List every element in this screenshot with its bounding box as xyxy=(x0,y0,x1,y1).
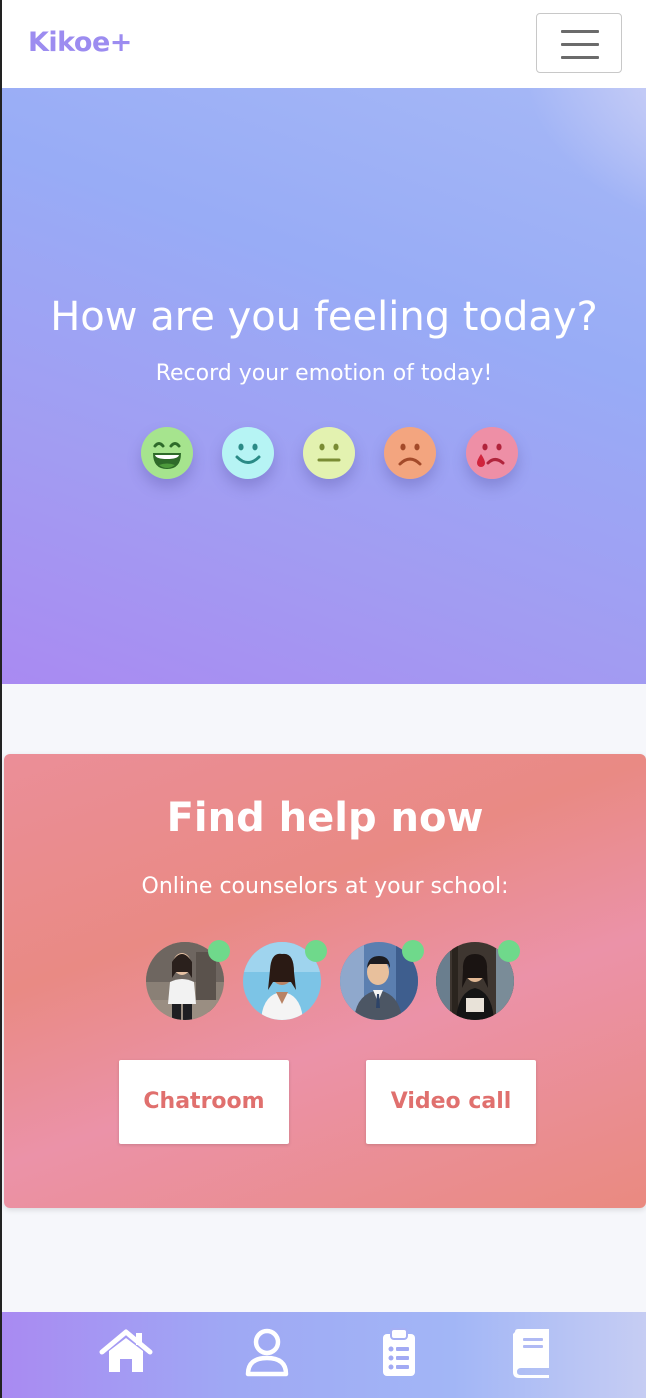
counselor-avatar[interactable] xyxy=(340,940,424,1020)
counselor-avatar[interactable] xyxy=(436,940,520,1020)
brand-logo[interactable]: Kikoe+ xyxy=(28,26,132,60)
book-icon xyxy=(513,1329,549,1378)
mood-hero-section: How are you feeling today? Record your e… xyxy=(2,88,646,684)
emotion-picker xyxy=(2,427,646,481)
frown-face-icon xyxy=(384,427,436,479)
find-help-card: Find help now Online counselors at your … xyxy=(4,754,646,1208)
online-status-indicator xyxy=(208,940,230,962)
clipboard-list-icon xyxy=(383,1328,415,1376)
nav-home[interactable] xyxy=(96,1328,156,1380)
hamburger-icon-bar xyxy=(561,43,599,46)
find-help-title: Find help now xyxy=(166,795,484,841)
counselor-avatar[interactable] xyxy=(146,940,230,1020)
hero-subtitle: Record your emotion of today! xyxy=(155,361,493,386)
sad-emoji-button[interactable] xyxy=(384,427,436,479)
crying-face-icon xyxy=(466,427,518,479)
online-status-indicator xyxy=(305,940,327,962)
page: Kikoe+ How are you feeling today? Record… xyxy=(0,0,646,1398)
counselor-avatar[interactable] xyxy=(243,940,327,1020)
very-happy-face-icon xyxy=(141,427,193,479)
bottom-navigation-bar xyxy=(2,1312,646,1398)
nav-profile[interactable] xyxy=(237,1328,297,1380)
user-icon xyxy=(245,1328,289,1377)
hamburger-icon xyxy=(561,30,599,33)
crying-emoji-button[interactable] xyxy=(466,427,518,479)
video-call-button[interactable]: Video call xyxy=(366,1060,536,1144)
online-counselors-label: Online counselors at your school: xyxy=(141,874,509,899)
top-navbar: Kikoe+ xyxy=(2,0,646,88)
neutral-face-icon xyxy=(303,427,355,479)
nav-records[interactable] xyxy=(369,1328,429,1380)
online-status-indicator xyxy=(498,940,520,962)
very-happy-emoji-button[interactable] xyxy=(141,427,193,479)
smile-face-icon xyxy=(222,427,274,479)
hamburger-menu-button[interactable] xyxy=(536,13,622,73)
neutral-emoji-button[interactable] xyxy=(303,427,355,479)
hero-title: How are you feeling today? xyxy=(50,294,598,340)
happy-emoji-button[interactable] xyxy=(222,427,274,479)
hamburger-icon-bar xyxy=(561,56,599,59)
home-icon xyxy=(99,1329,153,1372)
chatroom-button[interactable]: Chatroom xyxy=(119,1060,289,1144)
nav-library[interactable] xyxy=(500,1328,560,1380)
online-status-indicator xyxy=(402,940,424,962)
